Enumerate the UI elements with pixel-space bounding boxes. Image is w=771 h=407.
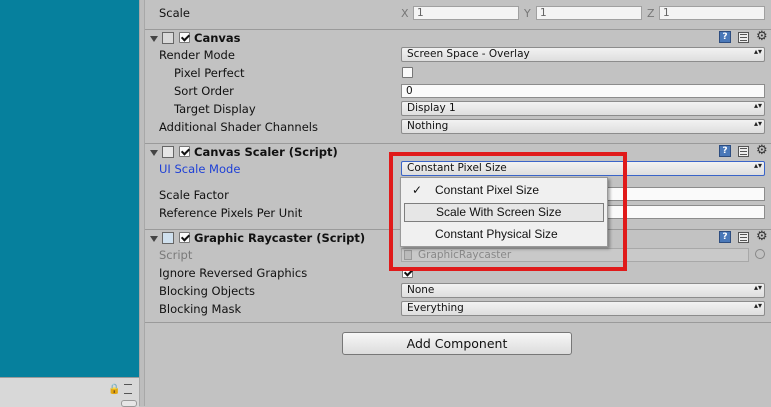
graphic-raycaster-preset-icon[interactable] — [738, 232, 749, 243]
highlight-annotation — [389, 152, 627, 271]
canvas-scaler-enabled-checkbox[interactable] — [179, 146, 190, 157]
scale-z-field[interactable]: 1 — [659, 6, 765, 20]
chevron-updown-icon: ▴▾ — [754, 119, 763, 128]
canvas-component-icon — [162, 32, 174, 44]
canvas-enabled-checkbox[interactable] — [179, 32, 190, 43]
graphic-raycaster-help-icon[interactable]: ? — [719, 231, 731, 243]
scale-factor-label: Scale Factor — [159, 188, 229, 202]
blocking-objects-dropdown[interactable]: None ▴▾ — [401, 283, 765, 298]
ui-scale-mode-label: UI Scale Mode — [159, 162, 241, 176]
scale-z-label: Z — [647, 7, 655, 20]
chevron-updown-icon: ▴▾ — [754, 301, 763, 310]
render-mode-dropdown[interactable]: Screen Space - Overlay ▴▾ — [401, 47, 765, 62]
canvas-scaler-icon — [162, 146, 174, 158]
canvas-scaler-help-icon[interactable]: ? — [719, 145, 731, 157]
shader-channels-label: Additional Shader Channels — [159, 120, 318, 134]
canvas-foldout-icon[interactable] — [150, 36, 158, 42]
canvas-scaler-title: Canvas Scaler (Script) — [194, 145, 338, 159]
scale-label: Scale — [159, 6, 190, 20]
chevron-updown-icon: ▴▾ — [754, 283, 763, 292]
graphic-raycaster-gear-icon[interactable]: ⚙ — [756, 230, 768, 243]
render-mode-label: Render Mode — [159, 48, 235, 62]
chevron-updown-icon: ▴▾ — [754, 101, 763, 110]
ignore-reversed-label: Ignore Reversed Graphics — [159, 266, 308, 280]
left-panel: 🔒 — [0, 0, 139, 407]
blocking-mask-dropdown[interactable]: Everything ▴▾ — [401, 301, 765, 316]
blocking-mask-value: Everything — [407, 302, 464, 314]
scale-x-label: X — [401, 7, 409, 20]
canvas-scaler-foldout-icon[interactable] — [150, 150, 158, 156]
canvas-help-icon[interactable]: ? — [719, 31, 731, 43]
left-panel-footer: 🔒 — [0, 377, 139, 407]
target-display-value: Display 1 — [407, 102, 456, 114]
menu-icon[interactable] — [124, 384, 132, 394]
object-picker-icon — [755, 249, 765, 259]
pixel-perfect-checkbox[interactable] — [402, 67, 413, 78]
lock-icon[interactable]: 🔒 — [108, 384, 120, 395]
add-component-button[interactable]: Add Component — [342, 332, 572, 355]
canvas-scaler-gear-icon[interactable]: ⚙ — [756, 144, 768, 157]
blocking-mask-label: Blocking Mask — [159, 302, 242, 316]
chevron-updown-icon: ▴▾ — [754, 161, 763, 170]
graphic-raycaster-icon — [162, 232, 174, 244]
target-display-dropdown[interactable]: Display 1 ▴▾ — [401, 101, 765, 116]
sort-order-field[interactable]: 0 — [401, 84, 765, 98]
scene-view[interactable] — [0, 0, 139, 377]
canvas-scaler-preset-icon[interactable] — [738, 146, 749, 157]
reference-ppu-label: Reference Pixels Per Unit — [159, 206, 303, 220]
script-label: Script — [159, 248, 193, 262]
graphic-raycaster-foldout-icon[interactable] — [150, 236, 158, 242]
canvas-gear-icon[interactable]: ⚙ — [756, 30, 768, 43]
component-divider — [145, 322, 771, 323]
render-mode-value: Screen Space - Overlay — [407, 48, 530, 60]
target-display-label: Target Display — [174, 102, 256, 116]
shader-channels-dropdown[interactable]: Nothing ▴▾ — [401, 119, 765, 134]
blocking-objects-value: None — [407, 284, 435, 296]
scale-y-label: Y — [524, 7, 531, 20]
scale-x-field[interactable]: 1 — [413, 6, 519, 20]
graphic-raycaster-enabled-checkbox[interactable] — [179, 232, 190, 243]
pixel-perfect-label: Pixel Perfect — [174, 66, 245, 80]
scale-y-field[interactable]: 1 — [536, 6, 642, 20]
canvas-preset-icon[interactable] — [738, 32, 749, 43]
chevron-updown-icon: ▴▾ — [754, 47, 763, 56]
shader-channels-value: Nothing — [407, 120, 449, 132]
sort-order-label: Sort Order — [174, 84, 234, 98]
canvas-title: Canvas — [194, 31, 241, 45]
blocking-objects-label: Blocking Objects — [159, 284, 255, 298]
graphic-raycaster-title: Graphic Raycaster (Script) — [194, 231, 366, 245]
